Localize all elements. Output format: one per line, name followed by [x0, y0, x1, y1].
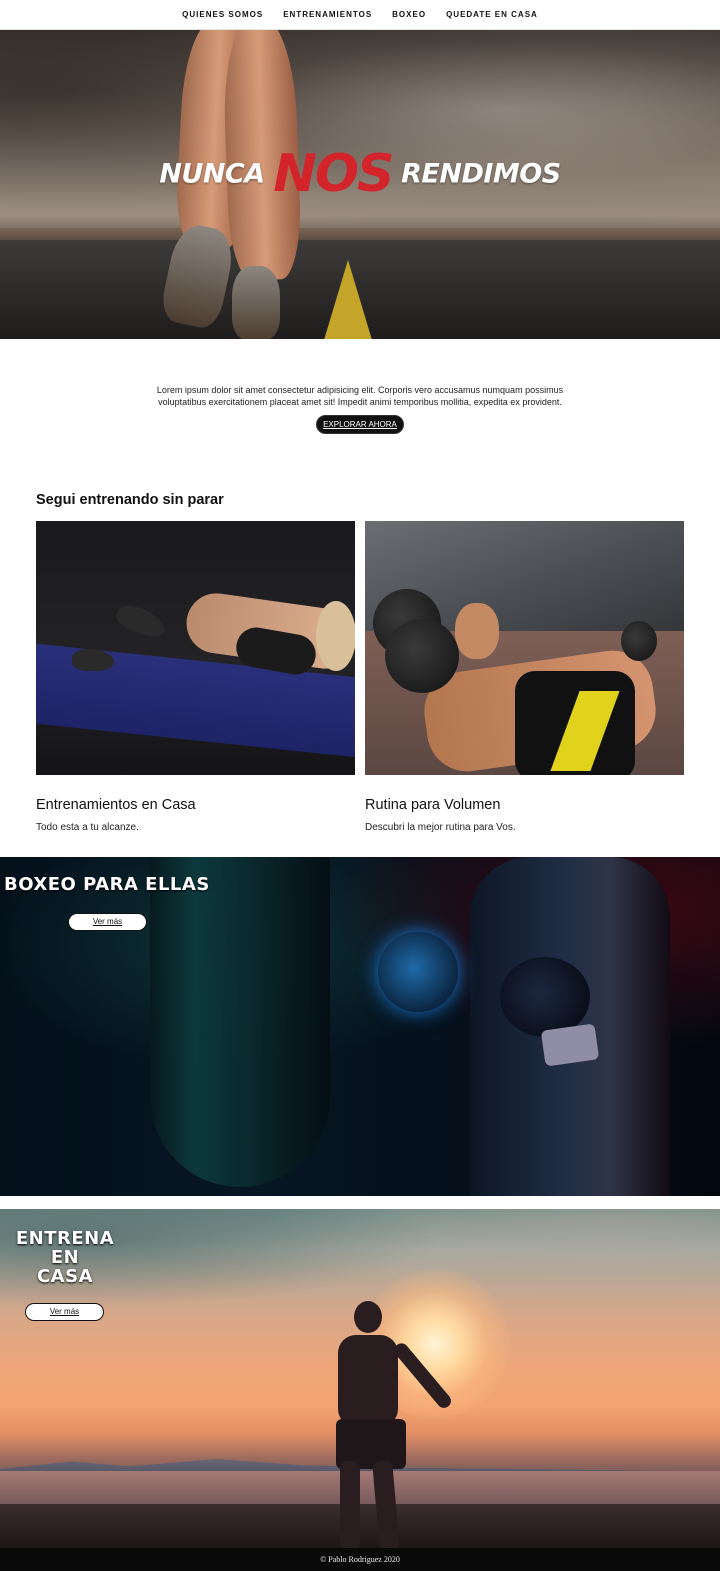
- nav-link-boxeo[interactable]: BOXEO: [392, 10, 426, 19]
- punching-bag: [150, 857, 330, 1187]
- hero-title-accent: NOS: [273, 144, 394, 204]
- section-title: Segui entrenando sin parar: [36, 492, 224, 508]
- casa-title: ENTRENA EN CASA: [14, 1229, 116, 1286]
- woman-hair: [316, 601, 355, 671]
- volume-routine-image[interactable]: [365, 521, 684, 775]
- boxeo-title: BOXEO PARA ELLAS: [4, 874, 210, 895]
- footer-copyright: © Pablo Rodriguez 2020: [320, 1555, 400, 1564]
- sneaker-icon: [113, 601, 169, 641]
- home-workout-image[interactable]: [36, 521, 355, 775]
- card-title-volume[interactable]: Rutina para Volumen: [365, 797, 500, 813]
- boxing-glove-icon: [378, 932, 458, 1012]
- footer: © Pablo Rodriguez 2020: [0, 1548, 720, 1571]
- hero-banner: NUNCA NOS RENDIMOS: [0, 30, 720, 339]
- hero-title-right: RENDIMOS: [401, 158, 561, 190]
- casa-title-line2: EN: [50, 1247, 80, 1268]
- casa-ver-mas-button[interactable]: Ver más: [25, 1303, 104, 1321]
- card-subtitle-volume: Descubri la mejor rutina para Vos.: [365, 822, 516, 833]
- top-nav: QUIENES SOMOS ENTRENAMIENTOS BOXEO QUEDA…: [0, 0, 720, 30]
- athlete-silhouette: [330, 1301, 454, 1548]
- hero-title-left: NUNCA: [159, 158, 265, 190]
- nav-link-entrenamientos[interactable]: ENTRENAMIENTOS: [283, 10, 372, 19]
- silhouette-torso: [338, 1335, 398, 1427]
- nav-link-quienes-somos[interactable]: QUIENES SOMOS: [182, 10, 263, 19]
- casa-title-line1: ENTRENA: [15, 1228, 115, 1249]
- runner-shoe-right: [232, 266, 280, 339]
- casa-title-line3: CASA: [36, 1266, 94, 1287]
- entrena-en-casa-banner: ENTRENA EN CASA Ver más: [0, 1209, 720, 1548]
- card-title-home[interactable]: Entrenamientos en Casa: [36, 797, 196, 813]
- explore-button[interactable]: EXPLORAR AHORA: [316, 415, 404, 434]
- silhouette-leg-left: [340, 1461, 360, 1548]
- hero-title: NUNCA NOS RENDIMOS: [0, 144, 720, 204]
- man-head: [455, 603, 499, 659]
- hand-wrap: [540, 1023, 600, 1067]
- dumbbell-icon: [385, 619, 459, 693]
- silhouette-head: [354, 1301, 382, 1333]
- boxeo-ver-mas-button[interactable]: Ver más: [68, 913, 147, 931]
- silhouette-leg-right: [372, 1460, 400, 1548]
- nav-link-quedate-en-casa[interactable]: QUEDATE EN CASA: [446, 10, 538, 19]
- intro-section: Lorem ipsum dolor sit amet consectetur a…: [0, 384, 720, 434]
- boxeo-banner: BOXEO PARA ELLAS Ver más: [0, 857, 720, 1196]
- dumbbell-icon: [621, 621, 657, 661]
- card-subtitle-home: Todo esta a tu alcanze.: [36, 822, 139, 833]
- intro-text: Lorem ipsum dolor sit amet consectetur a…: [156, 385, 564, 407]
- hero-road-line: [324, 260, 372, 339]
